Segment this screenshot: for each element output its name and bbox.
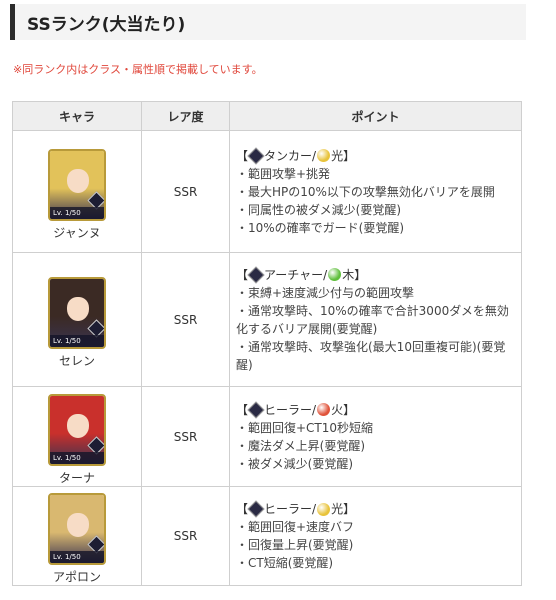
- rank-table: キャラ レア度 ポイント Lv. 1/50 ジャンヌ SSR 【 タンカー/ 光…: [12, 101, 522, 586]
- light-attribute-icon: [317, 149, 331, 162]
- type-label: ヒーラー/: [264, 502, 317, 516]
- type-prefix: 【: [236, 502, 249, 516]
- attribute-label: 光】: [331, 502, 356, 516]
- point-cell: 【 ヒーラー/ 火】 ・範囲回復+CT10秒短縮 ・魔法ダメ上昇(要覚醒) ・被…: [229, 386, 522, 487]
- attribute-label: 火】: [331, 402, 356, 417]
- table-row: Lv. 1/50 セレン SSR 【 アーチャー/ 木】 ・束縛+速度減少付与の…: [12, 252, 522, 387]
- rarity-cell: SSR: [141, 386, 230, 487]
- point-line: ・束縛+速度減少付与の範囲攻撃: [236, 285, 415, 300]
- rarity-cell: SSR: [141, 486, 230, 586]
- type-label: ヒーラー/: [264, 402, 317, 417]
- character-name: ジャンヌ: [53, 225, 101, 240]
- table-row: Lv. 1/50 アポロン SSR 【 ヒーラー/ 光】 ・範囲回復+速度バフ …: [12, 486, 522, 586]
- table-row: Lv. 1/50 ターナ SSR 【 ヒーラー/ 火】 ・範囲回復+CT10秒短…: [12, 386, 522, 487]
- portrait-face: [67, 296, 89, 321]
- tank-class-icon: [247, 147, 265, 164]
- point-line: ・被ダメ減少(要覚醒): [236, 456, 354, 471]
- level-label: Lv. 1/50: [50, 551, 104, 563]
- character-portrait[interactable]: Lv. 1/50: [48, 393, 106, 466]
- point-cell: 【 タンカー/ 光】 ・範囲攻撃+挑発 ・最大HPの10%以下の攻撃無効化バリア…: [229, 130, 522, 253]
- table-row: Lv. 1/50 ジャンヌ SSR 【 タンカー/ 光】 ・範囲攻撃+挑発 ・最…: [12, 130, 522, 253]
- portrait-face: [67, 413, 89, 438]
- level-label: Lv. 1/50: [50, 451, 104, 464]
- type-label: タンカー/: [264, 148, 317, 163]
- type-label: アーチャー/: [264, 267, 328, 282]
- point-line: ・10%の確率でガード(要覚醒): [236, 220, 405, 235]
- point-cell: 【 アーチャー/ 木】 ・束縛+速度減少付与の範囲攻撃 ・通常攻撃時、10%の確…: [229, 252, 522, 387]
- header-chara: キャラ: [12, 101, 142, 131]
- section-heading: SSランク(大当たり): [10, 4, 526, 40]
- level-label: Lv. 1/50: [50, 334, 104, 347]
- chara-cell: Lv. 1/50 ジャンヌ: [12, 130, 142, 253]
- header-point: ポイント: [229, 101, 522, 131]
- type-line: 【 ヒーラー/ 光】: [236, 500, 513, 518]
- archer-class-icon: [247, 266, 265, 283]
- point-line: ・同属性の被ダメ減少(要覚醒): [236, 202, 402, 217]
- chara-cell: Lv. 1/50 セレン: [12, 252, 142, 387]
- fire-attribute-icon: [317, 403, 331, 416]
- portrait-face: [67, 168, 89, 193]
- attribute-label: 光】: [331, 148, 356, 163]
- character-portrait[interactable]: Lv. 1/50: [48, 493, 106, 565]
- chara-cell: Lv. 1/50 ターナ: [12, 386, 142, 487]
- point-line: ・最大HPの10%以下の攻撃無効化バリアを展開: [236, 184, 495, 199]
- point-line: ・回復量上昇(要覚醒): [236, 538, 354, 552]
- point-line: ・範囲回復+速度バフ: [236, 520, 355, 534]
- point-line: ・CT短縮(要覚醒): [236, 556, 334, 570]
- attribute-label: 木】: [342, 267, 367, 282]
- point-line: ・通常攻撃時、10%の確率で合計3000ダメを無効化するバリア展開(要覚醒): [236, 303, 509, 336]
- chara-cell: Lv. 1/50 アポロン: [12, 486, 142, 586]
- type-line: 【 タンカー/ 光】: [236, 147, 513, 165]
- point-line: ・魔法ダメ上昇(要覚醒): [236, 438, 366, 453]
- rarity-cell: SSR: [141, 252, 230, 387]
- type-line: 【 アーチャー/ 木】: [236, 266, 513, 284]
- point-line: ・範囲回復+CT10秒短縮: [236, 420, 374, 435]
- header-rarity: レア度: [141, 101, 230, 131]
- portrait-face: [67, 513, 89, 537]
- level-label: Lv. 1/50: [50, 206, 104, 219]
- character-name: セレン: [58, 353, 95, 368]
- point-cell: 【 ヒーラー/ 光】 ・範囲回復+速度バフ ・回復量上昇(要覚醒) ・CT短縮(…: [229, 486, 522, 586]
- character-portrait[interactable]: Lv. 1/50: [48, 276, 106, 349]
- wood-attribute-icon: [328, 268, 342, 281]
- rarity-cell: SSR: [141, 130, 230, 253]
- table-header-row: キャラ レア度 ポイント: [12, 101, 522, 131]
- character-name: ターナ: [58, 470, 95, 485]
- character-name: アポロン: [52, 570, 101, 584]
- healer-class-icon: [247, 500, 265, 518]
- healer-class-icon: [247, 401, 265, 418]
- ordering-note: ※同ランク内はクラス・属性順で掲載しています。: [13, 63, 263, 76]
- light-attribute-icon: [317, 502, 331, 516]
- character-portrait[interactable]: Lv. 1/50: [48, 148, 106, 221]
- point-line: ・範囲攻撃+挑発: [236, 166, 331, 181]
- type-line: 【 ヒーラー/ 火】: [236, 401, 513, 419]
- point-line: ・通常攻撃時、攻撃強化(最大10回重複可能)(要覚醒): [236, 339, 506, 372]
